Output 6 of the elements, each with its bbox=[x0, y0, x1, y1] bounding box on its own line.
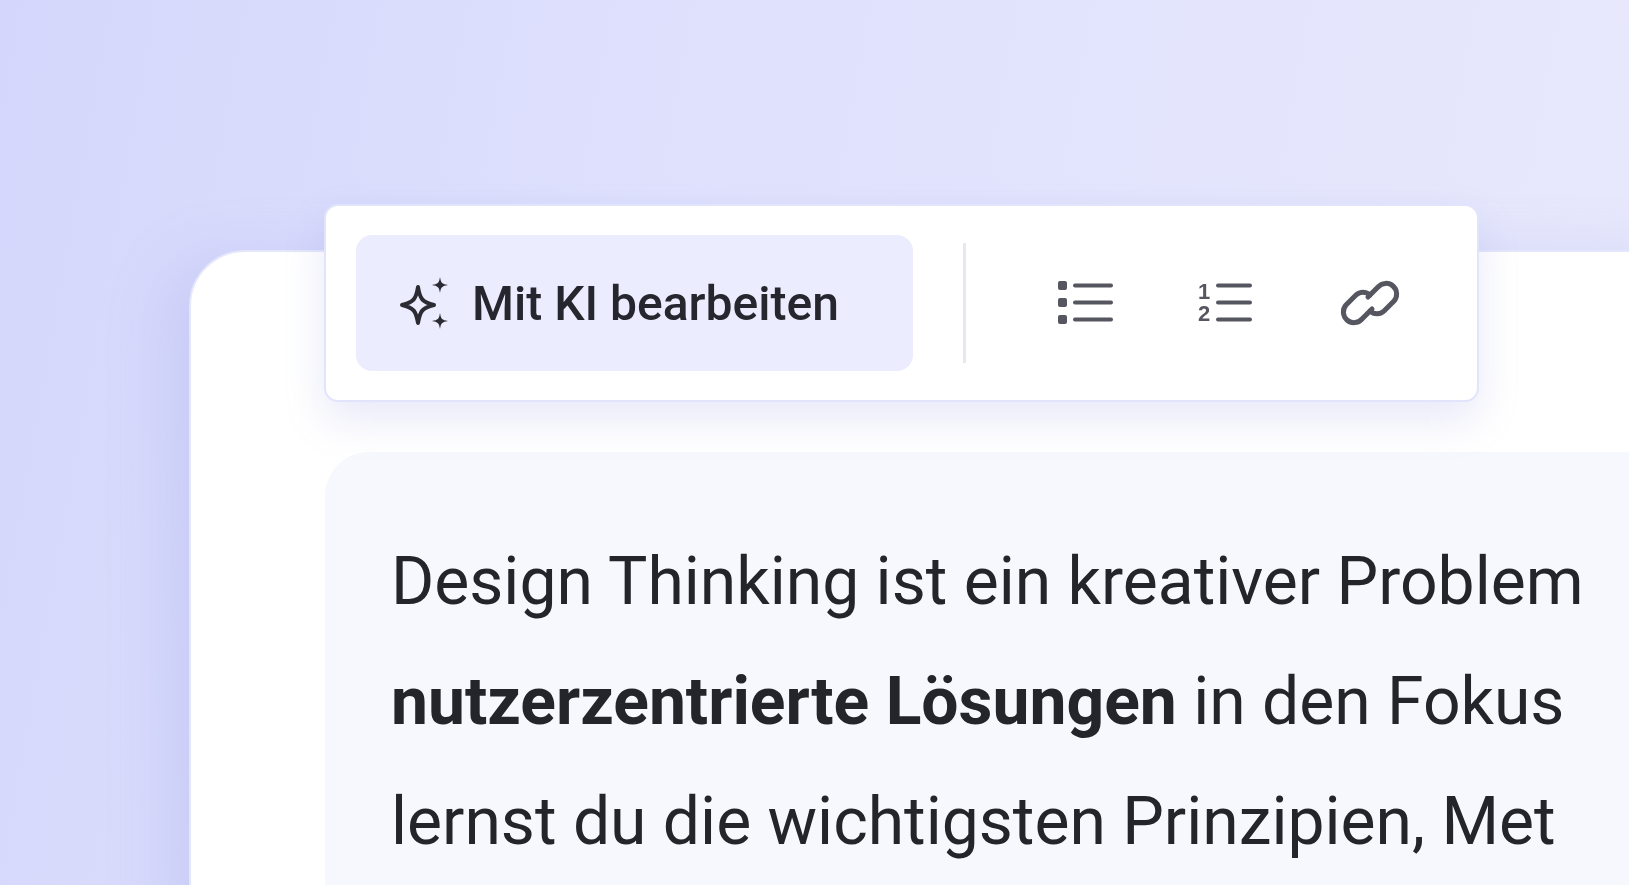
paragraph-line: Design Thinking ist ein kreativer Problem bbox=[391, 542, 1585, 622]
ai-edit-button[interactable]: Mit KI bearbeiten bbox=[356, 235, 913, 371]
paragraph-line: lernst du die wichtigsten Prinzipien, Met bbox=[391, 782, 1557, 862]
lines-icon bbox=[1214, 281, 1255, 325]
paragraph-line: nutzerzentrierte Lösungen in den Fokus bbox=[391, 662, 1566, 742]
numbered-list-button[interactable]: 1 2 bbox=[1188, 271, 1265, 335]
